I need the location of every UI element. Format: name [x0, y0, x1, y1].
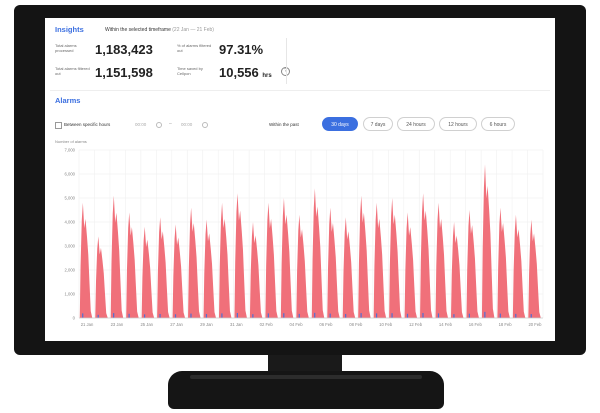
area-series-alarms-day [295, 214, 310, 318]
area-series-alarms-day [512, 214, 526, 318]
area-series-filtered-day [143, 314, 146, 318]
area-series-alarms-day [156, 217, 170, 318]
area-series-filtered-day [298, 313, 300, 318]
area-series-alarms-day [94, 236, 109, 318]
monitor-base-highlight [190, 375, 422, 379]
area-series-filtered-day [174, 314, 177, 318]
x-tick-label: 04 Feb [290, 322, 304, 327]
x-tick-label: 29 Jan [200, 322, 213, 327]
area-series-filtered-day [515, 313, 517, 318]
area-series-filtered-day [205, 314, 208, 318]
area-series-filtered-day [484, 311, 486, 318]
area-series-filtered-day [530, 314, 532, 318]
x-tick-label: 25 Jan [140, 322, 153, 327]
x-tick-label: 27 Jan [170, 322, 183, 327]
x-tick-label: 02 Feb [260, 322, 274, 327]
area-series-filtered-day [345, 313, 347, 318]
area-series-filtered-day [437, 313, 440, 318]
y-tick-label: 5,000 [65, 196, 76, 201]
x-tick-label: 14 Feb [439, 322, 453, 327]
y-tick-label: 4,000 [65, 220, 76, 225]
x-tick-label: 08 Feb [349, 322, 363, 327]
x-tick-label: 20 Feb [528, 322, 542, 327]
alarms-chart: 7,000 6,000 5,000 4,000 3,000 2,000 1,000 0 21 J… [65, 148, 544, 327]
area-series-filtered-day [283, 313, 285, 318]
y-tick-label: 7,000 [65, 148, 76, 153]
area-series-filtered-day [267, 313, 269, 318]
area-series-filtered-day [252, 314, 254, 318]
area-series-filtered-day [159, 313, 161, 318]
area-series-filtered-day [314, 312, 316, 318]
area-series-filtered-day [97, 314, 99, 318]
x-tick-label: 21 Jan [81, 322, 94, 327]
x-tick-label: 06 Feb [319, 322, 333, 327]
y-tick-label: 6,000 [65, 172, 76, 177]
x-tick-label: 10 Feb [379, 322, 393, 327]
area-series-alarms-day [218, 202, 232, 318]
area-series-alarms-day [466, 210, 480, 318]
x-tick-label: 23 Jan [111, 322, 124, 327]
area-series-filtered-day [128, 313, 130, 318]
area-series-filtered-day [82, 313, 84, 318]
y-tick-label: 0 [73, 316, 76, 321]
area-series-alarms-day [527, 219, 542, 318]
x-tick-label: 12 Feb [409, 322, 423, 327]
area-series-alarms-day [435, 202, 449, 318]
area-series-alarms-day [342, 217, 356, 318]
area-series-alarms-day [172, 224, 186, 318]
area-series-alarms-day [311, 188, 325, 318]
area-series-filtered-day [190, 313, 192, 318]
area-series-alarms-day [125, 212, 140, 318]
x-tick-label: 31 Jan [230, 322, 243, 327]
area-series-alarms-day [373, 202, 387, 318]
area-series-alarms-day [497, 207, 511, 318]
area-series-alarms-day [326, 207, 341, 318]
area-series-filtered-day [236, 313, 238, 318]
area-series-alarms-day [141, 226, 155, 318]
area-series-alarms-day [357, 195, 372, 318]
area-series-alarms-day [187, 207, 201, 318]
x-tick-label: 18 Feb [499, 322, 513, 327]
area-series-alarms-day [265, 202, 279, 318]
y-tick-label: 1,000 [65, 292, 76, 297]
area-series-filtered-day [453, 314, 455, 318]
area-series-alarms-day [404, 212, 418, 318]
area-series-filtered-day [329, 313, 331, 318]
area-series-filtered-day [468, 313, 470, 318]
area-series-alarms-day [234, 193, 248, 318]
area-series-alarms-day [388, 198, 402, 318]
area-series-filtered-day [499, 313, 501, 318]
y-tick-label: 2,000 [65, 268, 76, 273]
area-series-filtered-day [391, 313, 393, 318]
area-series-filtered-day [221, 313, 223, 318]
area-series-alarms-day [79, 202, 93, 318]
x-tick-label: 16 Feb [469, 322, 483, 327]
y-tick-label: 3,000 [65, 244, 76, 249]
area-series-filtered-day [406, 313, 409, 318]
area-series-alarms-day [110, 195, 124, 318]
area-series-alarms-day [203, 219, 217, 318]
screen: Insights Within the selected timeframe (… [45, 18, 555, 341]
area-series-filtered-day [422, 313, 424, 318]
area-series-alarms-day [419, 193, 433, 318]
area-series-alarms-day [481, 164, 495, 318]
area-series-filtered-day [375, 313, 378, 318]
area-series-filtered-day [113, 313, 115, 318]
area-series-alarms-day [280, 198, 294, 318]
area-series-filtered-day [360, 313, 362, 318]
